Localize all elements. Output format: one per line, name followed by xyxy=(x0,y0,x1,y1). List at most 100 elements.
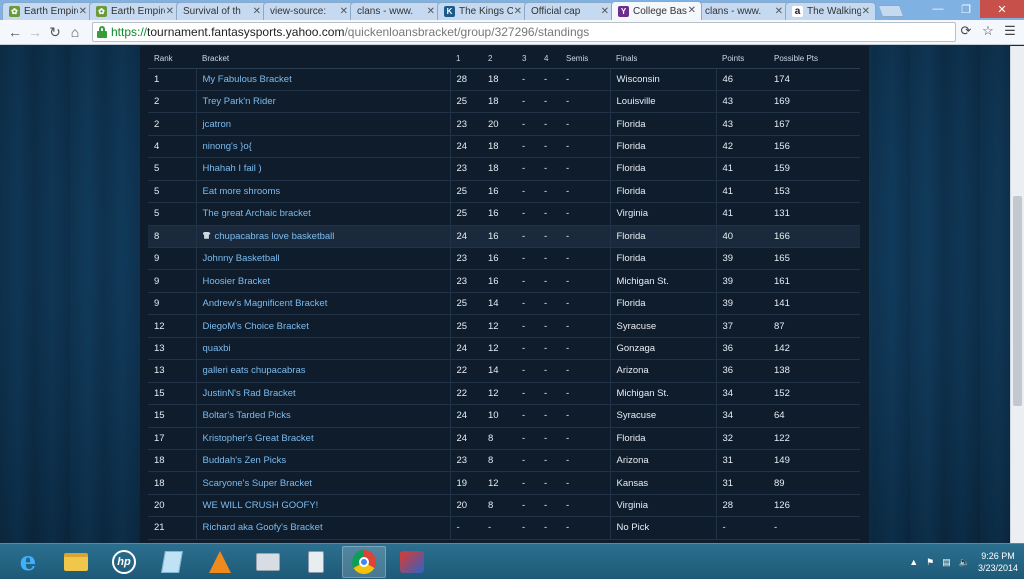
round-2-cell: 18 xyxy=(482,135,516,159)
browser-tab[interactable]: Official cap ✕ xyxy=(524,2,615,20)
bracket-link[interactable]: jcatron xyxy=(195,112,451,136)
close-window-icon[interactable]: ✕ xyxy=(980,0,1024,18)
points-cell: 34 xyxy=(715,404,768,428)
possible-points-cell: 153 xyxy=(768,180,860,204)
tab-close-icon[interactable]: ✕ xyxy=(688,5,696,16)
semis-cell: - xyxy=(560,449,610,473)
restore-icon[interactable]: ❐ xyxy=(952,0,980,18)
header-semis[interactable]: Semis xyxy=(560,50,610,69)
bracket-link[interactable]: WE WILL CRUSH GOOFY! xyxy=(195,494,451,518)
extension-icon[interactable]: ⟳ xyxy=(958,23,974,39)
page-scrollbar[interactable] xyxy=(1010,46,1024,543)
home-icon[interactable]: ⌂ xyxy=(66,23,84,41)
bracket-link[interactable]: Boltar's Tarded Picks xyxy=(195,404,451,428)
header-round-3[interactable]: 3 xyxy=(516,50,538,69)
tab-close-icon[interactable]: ✕ xyxy=(862,6,870,17)
notes-app-icon[interactable] xyxy=(150,546,194,578)
finals-pick-cell: Michigan St. xyxy=(609,382,716,406)
tab-close-icon[interactable]: ✕ xyxy=(514,6,522,17)
address-bar[interactable]: https:// tournament.fantasysports.yahoo.… xyxy=(92,22,956,42)
browser-tab[interactable]: a The Walking ✕ xyxy=(785,2,876,20)
header-rank[interactable]: Rank xyxy=(148,50,196,69)
bracket-link[interactable]: Hhahah I fail ) xyxy=(195,157,451,181)
header-points[interactable]: Points xyxy=(716,50,768,69)
bracket-link[interactable]: JustinN's Rad Bracket xyxy=(195,382,451,406)
system-clock[interactable]: 9:26 PM 3/23/2014 xyxy=(978,550,1018,574)
bracket-link[interactable]: Hoosier Bracket xyxy=(195,269,451,293)
tab-close-icon[interactable]: ✕ xyxy=(601,6,609,17)
scanner-icon[interactable] xyxy=(246,546,290,578)
tab-close-icon[interactable]: ✕ xyxy=(79,6,87,17)
tab-label: Earth Empire xyxy=(111,6,165,17)
clock-time: 9:26 PM xyxy=(981,551,1015,561)
menu-icon[interactable]: ☰ xyxy=(1002,23,1018,39)
bracket-link[interactable]: Eat more shrooms xyxy=(195,180,451,204)
browser-tab[interactable]: K The Kings C ✕ xyxy=(437,2,528,20)
rank-cell: 5 xyxy=(148,180,196,204)
game-app-icon[interactable] xyxy=(390,546,434,578)
forward-arrow-icon[interactable]: → xyxy=(26,23,44,41)
tab-close-icon[interactable]: ✕ xyxy=(340,6,348,17)
action-center-icon[interactable]: ⚑ xyxy=(926,557,934,568)
browser-tab[interactable]: Survival of th ✕ xyxy=(176,2,267,20)
table-row: 13 galleri eats chupacabras 22 14- - - Arizona… xyxy=(148,359,860,383)
bracket-link[interactable]: Kristopher's Great Bracket xyxy=(195,427,451,450)
round-4-cell: - xyxy=(538,68,560,91)
browser-tab[interactable]: Y College Bask ✕ xyxy=(611,1,702,20)
table-row: 2 Trey Park'n Rider 25 18- - - Louisville 43 169 xyxy=(148,90,860,114)
chrome-icon[interactable] xyxy=(342,545,386,578)
bracket-link[interactable]: The great Archaic bracket xyxy=(195,202,451,226)
header-round-4[interactable]: 4 xyxy=(538,50,560,69)
tab-close-icon[interactable]: ✕ xyxy=(253,6,261,17)
bracket-link[interactable]: Trey Park'n Rider xyxy=(195,90,451,114)
bracket-link[interactable]: Buddah's Zen Picks xyxy=(195,449,451,473)
calculator-icon[interactable] xyxy=(294,546,338,578)
volume-icon[interactable]: 🔈 xyxy=(959,557,970,568)
header-bracket[interactable]: Bracket xyxy=(196,50,450,69)
show-hidden-icons-icon[interactable]: ▲ xyxy=(909,557,918,567)
new-tab-button[interactable] xyxy=(877,5,905,17)
tab-close-icon[interactable]: ✕ xyxy=(166,6,174,17)
bracket-link[interactable]: ninong's }o{ xyxy=(195,135,451,159)
hp-icon[interactable]: hp xyxy=(102,546,146,578)
reload-icon[interactable]: ↻ xyxy=(46,23,64,41)
internet-explorer-icon[interactable]: e xyxy=(6,546,50,578)
network-icon[interactable]: ▤ xyxy=(942,557,951,568)
bracket-link[interactable]: Johnny Basketball xyxy=(195,247,451,271)
bracket-link[interactable]: Andrew's Magnificent Bracket xyxy=(195,292,451,316)
browser-tab[interactable]: view-source: ✕ xyxy=(263,2,354,20)
browser-tab[interactable]: ✿ Earth Empire ✕ xyxy=(89,2,180,20)
browser-tab[interactable]: clans - www. ✕ xyxy=(350,2,441,20)
minimize-icon[interactable]: — xyxy=(924,0,952,18)
tab-close-icon[interactable]: ✕ xyxy=(775,6,783,17)
round-1-cell: 25 xyxy=(450,180,482,204)
bracket-link[interactable]: galleri eats chupacabras xyxy=(195,359,451,383)
bracket-link[interactable]: Scaryone's Super Bracket xyxy=(195,471,451,495)
round-4-cell: - xyxy=(538,382,560,406)
header-round-1[interactable]: 1 xyxy=(450,50,482,69)
bracket-link[interactable]: My Fabulous Bracket xyxy=(195,68,451,91)
rank-cell: 12 xyxy=(148,314,196,338)
browser-tab[interactable]: clans - www. ✕ xyxy=(698,2,789,20)
scrollbar-thumb[interactable] xyxy=(1013,196,1022,406)
bookmark-star-icon[interactable]: ☆ xyxy=(980,23,996,39)
file-explorer-icon[interactable] xyxy=(54,546,98,578)
semis-cell: - xyxy=(560,516,610,540)
round-1-cell: 24 xyxy=(450,404,482,428)
header-possible-points[interactable]: Possible Pts xyxy=(768,50,860,69)
header-finals[interactable]: Finals xyxy=(610,50,716,69)
header-round-2[interactable]: 2 xyxy=(482,50,516,69)
bracket-link[interactable]: Richard aka Goofy's Bracket xyxy=(195,516,451,540)
bracket-link[interactable]: DiegoM's Choice Bracket xyxy=(195,314,451,338)
taskbar-apps: e hp xyxy=(6,545,438,578)
tab-close-icon[interactable]: ✕ xyxy=(427,6,435,17)
bracket-link[interactable]: quaxbi xyxy=(195,337,451,361)
round-4-cell: - xyxy=(538,202,560,226)
vlc-icon[interactable] xyxy=(198,546,242,578)
round-4-cell: - xyxy=(538,292,560,316)
semis-cell: - xyxy=(560,135,610,159)
round-4-cell: - xyxy=(538,225,560,249)
back-arrow-icon[interactable]: ← xyxy=(6,23,24,41)
browser-tab[interactable]: ✿ Earth Empire ✕ xyxy=(2,2,93,20)
bracket-link[interactable]: chupacabras love basketball xyxy=(195,225,451,249)
